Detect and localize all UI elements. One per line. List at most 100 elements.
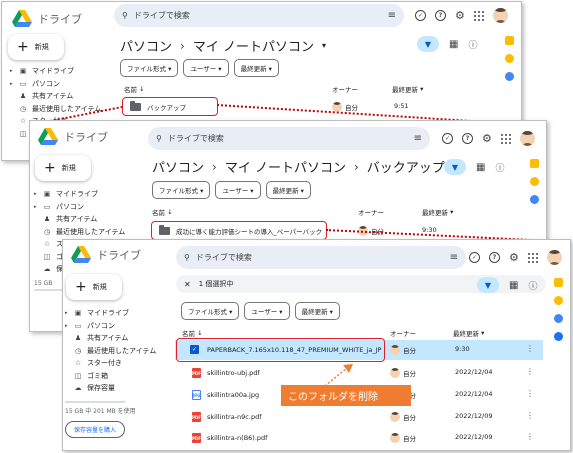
help-icon[interactable]: ? — [462, 133, 473, 144]
filter-toggle-icon[interactable]: ▼ — [477, 277, 499, 293]
sidebar-item-shared[interactable]: ♟ 共有アイテム — [10, 90, 101, 103]
drive-logo[interactable]: ドライブ — [71, 246, 141, 264]
apps-icon[interactable] — [473, 10, 484, 21]
drive-logo-icon — [38, 128, 58, 145]
chevron-down-icon[interactable]: ▾ — [322, 41, 326, 50]
tune-icon[interactable]: ≡ — [388, 10, 396, 21]
filter-toggle-icon[interactable]: ▼ — [417, 36, 439, 52]
column-header-modified[interactable]: 最終更新 ▾ — [453, 328, 484, 338]
info-icon[interactable]: ⓘ — [468, 38, 477, 51]
account-avatar[interactable] — [492, 8, 508, 23]
new-button[interactable]: + 新規 — [8, 34, 64, 60]
more-icon[interactable]: ⋮ — [526, 432, 534, 441]
status-icon[interactable]: ✓ — [442, 133, 453, 144]
filter-chip-modified[interactable]: 最終更新 ▾ — [233, 59, 279, 77]
sidebar-item-shared[interactable]: ♟ 共有アイテム — [34, 213, 125, 226]
sidebar-item-recent[interactable]: ◷ 最近使用したアイテム — [34, 226, 125, 239]
tasks-icon[interactable] — [554, 314, 563, 323]
more-icon[interactable]: ⋮ — [526, 411, 534, 420]
file-row[interactable]: PDF skillintro-ubj.pdf — [192, 368, 260, 378]
sidebar-item-shared[interactable]: ♟ 共有アイテム — [65, 332, 156, 345]
info-icon[interactable]: ⓘ — [495, 161, 504, 174]
filter-chip-modified[interactable]: 最終更新 ▾ — [265, 181, 311, 199]
grid-view-icon[interactable]: ▦ — [476, 162, 485, 173]
settings-icon[interactable]: ⚙ — [455, 9, 465, 22]
breadcrumb-item[interactable]: パソコン — [152, 157, 204, 176]
calendar-icon[interactable] — [530, 159, 539, 168]
drive-window-3: ドライブ ⚲ ドライブで検索 ≡ ✓ ? ⚙ + 新規 ▸ ▣ マイドライブ ▸ ▭ パ… — [62, 239, 571, 451]
keep-icon[interactable] — [530, 177, 539, 186]
sidebar-item-my-drive[interactable]: ▸ ▣ マイドライブ — [10, 65, 101, 78]
owner-avatar — [390, 368, 400, 378]
new-button[interactable]: + 新規 — [35, 155, 91, 181]
settings-icon[interactable]: ⚙ — [482, 132, 492, 145]
more-icon[interactable]: ⋮ — [526, 389, 534, 398]
column-header-modified[interactable]: 最終更新 ▾ — [392, 84, 423, 94]
deselect-icon[interactable]: ✕ — [184, 280, 191, 289]
search-input[interactable]: ⚲ ドライブで検索 ≡ — [114, 4, 404, 27]
sidebar-item-recent[interactable]: ◷ 最近使用したアイテム — [65, 345, 156, 358]
column-header-name[interactable]: 名前 ↓ — [124, 84, 145, 94]
tasks-icon[interactable] — [530, 195, 539, 204]
more-icon[interactable]: ⋮ — [526, 367, 534, 376]
sidebar-item-my-drive[interactable]: ▸ ▣ マイドライブ — [34, 188, 125, 201]
search-input[interactable]: ⚲ ドライブで検索 ≡ — [176, 246, 466, 269]
filter-chip-modified[interactable]: 最終更新 ▾ — [294, 302, 340, 320]
buy-storage-button[interactable]: 保存容量を購入 — [65, 420, 126, 438]
account-avatar[interactable] — [519, 131, 535, 146]
file-row[interactable]: PDF skillintra-n9c.pdf — [192, 412, 261, 422]
column-header-owner[interactable]: オーナー — [358, 207, 384, 217]
account-avatar[interactable] — [546, 250, 562, 265]
sidebar-item-computers[interactable]: ▸ ▭ パソコン — [65, 320, 156, 333]
filter-chip-type[interactable]: ファイル形式 ▾ — [120, 59, 179, 77]
sidebar-item-starred[interactable]: ☆スター付き — [65, 357, 156, 370]
filter-toggle-icon[interactable]: ▼ — [444, 159, 466, 175]
drive-logo[interactable]: ドライブ — [12, 10, 82, 28]
keep-icon[interactable] — [554, 296, 563, 305]
help-icon[interactable]: ? — [489, 252, 500, 263]
breadcrumb-item[interactable]: マイ ノートパソコン — [193, 36, 314, 55]
tasks-icon[interactable] — [505, 72, 514, 81]
sidebar-item-my-drive[interactable]: ▸ ▣ マイドライブ — [65, 307, 156, 320]
breadcrumb-item[interactable]: マイ ノートパソコン — [225, 157, 346, 176]
tune-icon[interactable]: ≡ — [414, 133, 422, 144]
apps-icon[interactable] — [500, 133, 511, 144]
grid-view-icon[interactable]: ▦ — [509, 280, 518, 291]
sidebar-item-computers[interactable]: ▸ ▭ パソコン — [10, 78, 101, 91]
filter-chip-type[interactable]: ファイル形式 ▾ — [152, 181, 211, 199]
grid-view-icon[interactable]: ▦ — [449, 39, 458, 50]
file-row[interactable]: JPG skillintra00a.jpg — [192, 390, 259, 400]
more-icon[interactable]: ⋮ — [526, 344, 534, 353]
search-input[interactable]: ⚲ ドライブで検索 ≡ — [148, 127, 430, 150]
column-header-name[interactable]: 名前 ↓ — [152, 207, 173, 217]
filter-chip-type[interactable]: ファイル形式 ▾ — [181, 302, 240, 320]
breadcrumb-item[interactable]: パソコン — [120, 36, 172, 55]
column-header-modified[interactable]: 最終更新 ▾ — [422, 207, 453, 217]
status-icon[interactable]: ✓ — [469, 252, 480, 263]
tune-icon[interactable]: ≡ — [450, 252, 458, 263]
info-icon[interactable]: ⓘ — [528, 279, 537, 292]
sidebar-item-computers[interactable]: ▸ ▭ パソコン — [34, 201, 125, 214]
clock-icon: ◷ — [43, 227, 51, 236]
column-header-owner[interactable]: オーナー — [390, 328, 416, 338]
highlight-box — [122, 97, 218, 116]
file-row[interactable]: PDF skillintra-n(B6).pdf — [192, 433, 267, 443]
filter-chip-people[interactable]: ユーザー ▾ — [215, 181, 261, 199]
column-header-owner[interactable]: オーナー — [332, 84, 358, 94]
contacts-icon[interactable] — [554, 332, 563, 341]
sidebar-item-trash[interactable]: ◫ゴミ箱 — [65, 370, 156, 383]
new-button[interactable]: + 新規 — [66, 274, 122, 300]
apps-icon[interactable] — [527, 252, 538, 263]
settings-icon[interactable]: ⚙ — [509, 251, 519, 264]
sidebar-item-storage[interactable]: ☁保存容量 — [65, 382, 156, 395]
drive-logo[interactable]: ドライブ — [38, 128, 108, 146]
keep-icon[interactable] — [505, 54, 514, 63]
filter-chip-people[interactable]: ユーザー ▾ — [244, 302, 290, 320]
calendar-icon[interactable] — [554, 278, 563, 287]
breadcrumb-item[interactable]: バックアップ — [367, 157, 445, 176]
status-icon[interactable]: ✓ — [415, 10, 426, 21]
filter-chip-people[interactable]: ユーザー ▾ — [183, 59, 229, 77]
calendar-icon[interactable] — [505, 36, 514, 45]
help-icon[interactable]: ? — [435, 10, 446, 21]
column-header-name[interactable]: 名前 ↓ — [182, 328, 203, 338]
